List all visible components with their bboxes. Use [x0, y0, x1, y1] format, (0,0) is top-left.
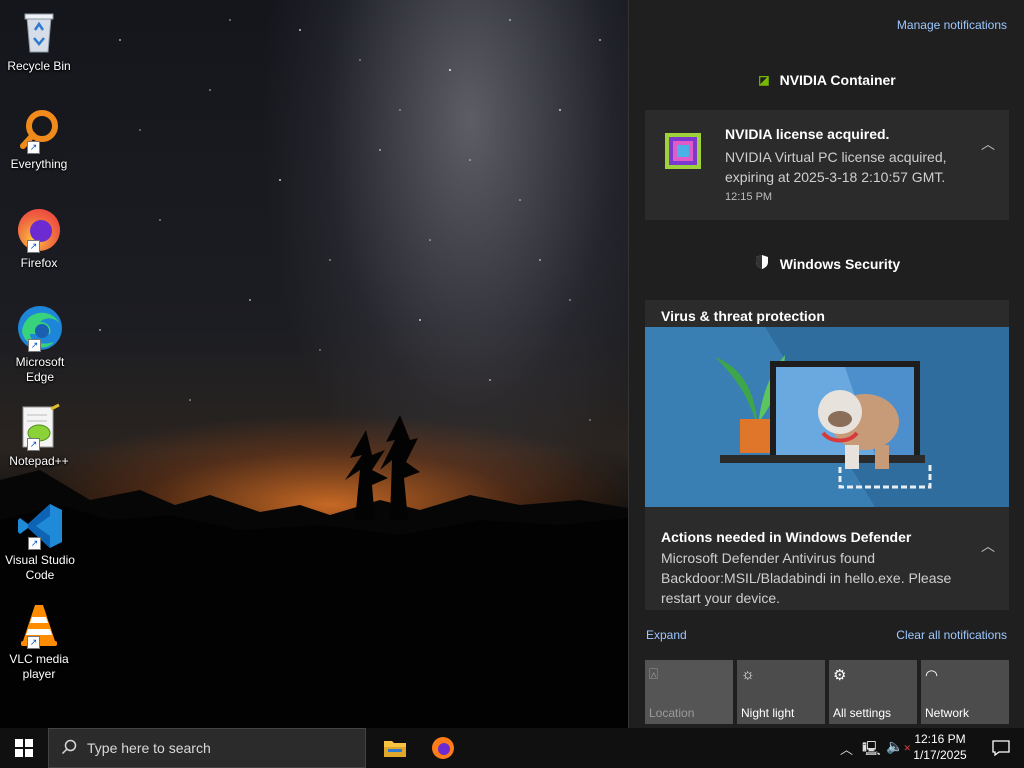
firefox-icon	[432, 737, 454, 759]
notification-time: 12:15 PM	[725, 191, 773, 203]
shortcut-arrow-icon: ↗	[28, 339, 41, 352]
group-title: Windows Security	[779, 255, 901, 272]
desktop-icon-vscode[interactable]: ↗ Visual Studio Code	[2, 502, 78, 583]
start-button[interactable]	[0, 728, 48, 768]
quick-action-label: Network	[925, 706, 970, 720]
firefox-icon: ↗	[15, 205, 63, 253]
location-icon: ⍓	[649, 666, 659, 683]
desktop-icon-firefox[interactable]: ↗ Firefox	[2, 205, 76, 271]
quick-action-label: Location	[649, 706, 695, 720]
shortcut-arrow-icon: ↗	[27, 141, 40, 154]
night-light-icon: ☼	[741, 666, 755, 683]
taskbar-file-explorer[interactable]	[376, 728, 414, 768]
notification-defender[interactable]: Virus & threat protection Actions needed…	[645, 300, 1009, 610]
defender-illustration	[645, 327, 1009, 507]
notification-body: Microsoft Defender Antivirus found Backd…	[661, 550, 952, 606]
notepadpp-icon: ↗	[15, 403, 63, 451]
desktop-icon-label: Visual Studio Code	[5, 553, 75, 582]
desktop-icon-label: Firefox	[20, 256, 58, 270]
taskbar-search-box[interactable]: Type here to search	[48, 728, 366, 768]
taskbar: Type here to search ︿ 🖳 🔈✕ 12:16 PM 1/17…	[0, 728, 1024, 768]
shortcut-arrow-icon: ↗	[27, 240, 40, 253]
gpu-chip-icon	[664, 132, 702, 170]
folder-icon	[384, 741, 406, 757]
desktop-icon-label: Recycle Bin	[7, 59, 71, 73]
action-center-panel: Manage notifications ◪ NVIDIA Container …	[628, 0, 1024, 728]
quick-action-label: All settings	[833, 706, 892, 720]
shield-icon	[754, 254, 770, 273]
desktop-icon-everything[interactable]: ↗ Everything	[2, 106, 76, 172]
chevron-up-icon[interactable]: ︿	[840, 739, 853, 758]
manage-notifications-link[interactable]: Manage notifications	[897, 18, 1007, 32]
notification-body: NVIDIA Virtual PC license acquired, expi…	[725, 149, 947, 185]
quick-action-label: Night light	[741, 706, 795, 720]
recycle-bin-icon	[15, 8, 63, 56]
quick-action-all-settings[interactable]: ⚙ All settings	[829, 660, 917, 724]
taskbar-clock[interactable]: 12:16 PM 1/17/2025	[908, 731, 972, 763]
desktop-icon-label: Notepad++	[9, 454, 69, 468]
expand-link[interactable]: Expand	[646, 628, 687, 642]
notification-nvidia-license[interactable]: NVIDIA license acquired. NVIDIA Virtual …	[645, 110, 1009, 220]
notification-group-nvidia[interactable]: ◪ NVIDIA Container	[629, 72, 1024, 88]
nvidia-logo-icon: ◪	[758, 73, 770, 87]
vlc-icon: ↗	[15, 601, 63, 649]
windows-logo-icon	[15, 739, 33, 757]
desktop-icon-notepadpp[interactable]: ↗ Notepad++	[2, 403, 76, 469]
collapse-chevron-icon[interactable]: ︿	[981, 134, 995, 154]
virus-threat-title: Virus & threat protection	[661, 308, 825, 324]
group-title: NVIDIA Container	[779, 72, 896, 88]
notification-title: Actions needed in Windows Defender	[661, 529, 912, 545]
desktop-icon-label: VLC media player	[9, 652, 69, 681]
quick-action-location[interactable]: ⍓ Location	[645, 660, 733, 724]
network-icon: ◠	[925, 667, 939, 684]
clock-date: 1/17/2025	[913, 748, 967, 762]
search-placeholder: Type here to search	[87, 740, 211, 756]
taskbar-firefox[interactable]	[424, 728, 462, 768]
search-icon	[61, 739, 77, 758]
shortcut-arrow-icon: ↗	[27, 438, 40, 451]
clock-time: 12:16 PM	[914, 732, 966, 746]
notification-group-windows-security[interactable]: Windows Security	[629, 254, 1024, 273]
action-center-button[interactable]	[978, 728, 1024, 768]
notification-icon	[992, 740, 1010, 757]
collapse-chevron-icon[interactable]: ︿	[981, 536, 995, 556]
notification-title: NVIDIA license acquired.	[725, 126, 890, 142]
desktop-icon-vlc[interactable]: ↗ VLC media player	[2, 601, 76, 682]
edge-icon: ↗	[16, 304, 64, 352]
quick-action-network[interactable]: ◠ Network	[921, 660, 1009, 724]
desktop-icon-edge[interactable]: ↗ Microsoft Edge	[2, 304, 78, 385]
vscode-icon: ↗	[16, 502, 64, 550]
shortcut-arrow-icon: ↗	[27, 636, 40, 649]
everything-icon: ↗	[15, 106, 63, 154]
desktop-icon-label: Everything	[10, 157, 68, 171]
desktop-icon-recycle-bin[interactable]: Recycle Bin	[2, 8, 76, 74]
network-status-icon[interactable]: 🖳	[862, 738, 881, 762]
desktop-icon-label: Microsoft Edge	[15, 355, 65, 384]
settings-icon: ⚙	[833, 667, 847, 684]
shortcut-arrow-icon: ↗	[28, 537, 41, 550]
quick-action-night-light[interactable]: ☼ Night light	[737, 660, 825, 724]
clear-all-notifications-link[interactable]: Clear all notifications	[896, 628, 1007, 642]
